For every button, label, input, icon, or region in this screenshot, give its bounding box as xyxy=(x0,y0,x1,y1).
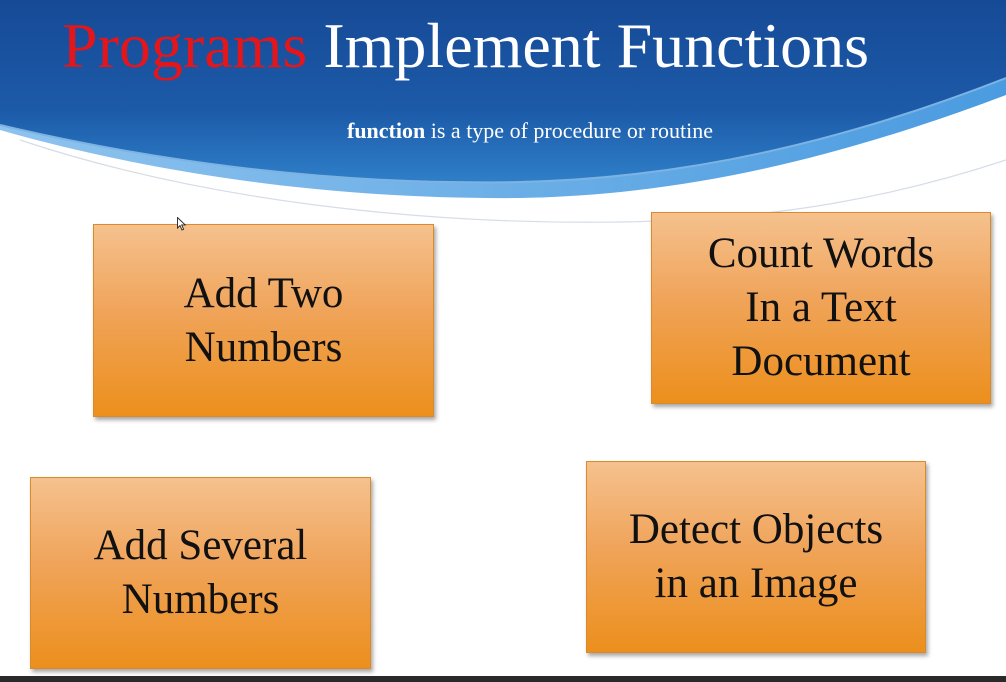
function-box-count-words: Count Words In a Text Document xyxy=(651,212,991,404)
slide-subtitle: function is a type of procedure or routi… xyxy=(0,118,1006,144)
mouse-pointer-icon xyxy=(177,217,187,231)
function-box-detect-objects: Detect Objects in an Image xyxy=(586,461,926,653)
function-box-label: Add Several Numbers xyxy=(93,522,308,623)
function-box-label: Detect Objects in an Image xyxy=(628,506,884,607)
function-box-add-several-numbers: Add Several Numbers xyxy=(30,477,371,669)
slide-title: Programs Implement Functions xyxy=(62,6,869,86)
function-box-add-two-numbers: Add Two Numbers xyxy=(93,224,434,417)
subtitle-keyword: function xyxy=(347,118,426,143)
subtitle-text: is a type of procedure or routine xyxy=(425,118,713,143)
title-rest: Implement Functions xyxy=(307,10,870,81)
bottom-edge-bar xyxy=(0,676,1006,682)
slide: Programs Implement Functions function is… xyxy=(0,0,1006,682)
function-box-label: Add Two Numbers xyxy=(183,269,344,371)
title-accent-word: Programs xyxy=(62,10,308,81)
function-box-label: Count Words In a Text Document xyxy=(707,230,935,385)
